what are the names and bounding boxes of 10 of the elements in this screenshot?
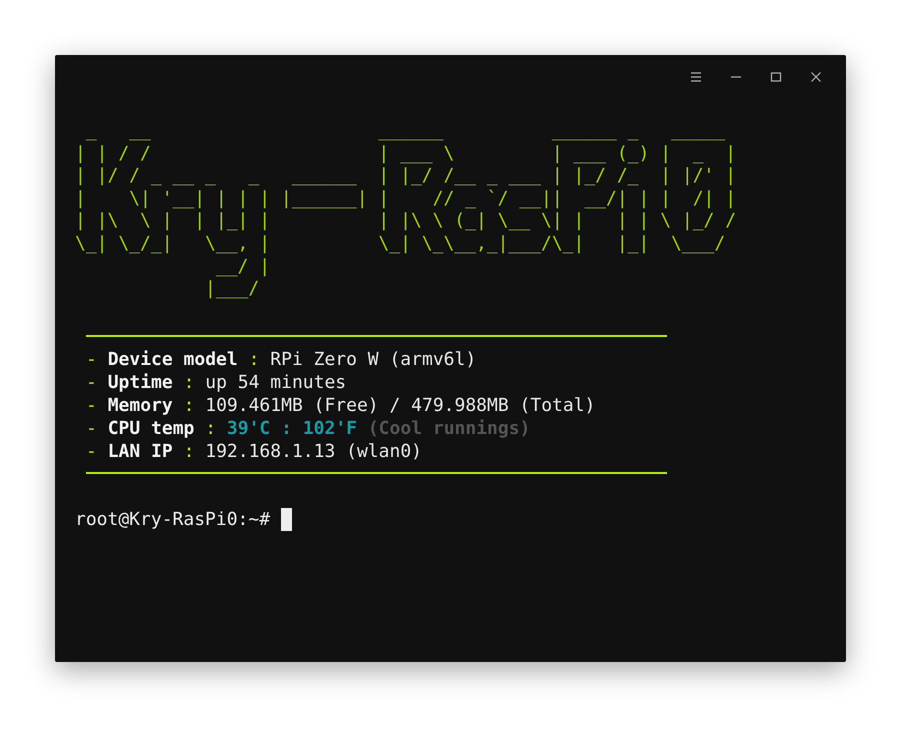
info-line: - Device model : RPi Zero W (armv6l) [86,348,478,371]
menu-icon[interactable] [690,71,702,83]
shell-prompt: root@Kry-RasPi0:~# [75,508,270,531]
maximize-icon[interactable] [770,71,782,83]
info-line: - Uptime : up 54 minutes [86,370,348,394]
info-line: - Memory : 109.461MB (Free) / 479.988MB (Total) [86,394,596,417]
ascii-art-title: _ __ ______ ______ _ _____ | | / / | ___ \ | ___ (_) | _ | | |/ / _ __ _ _ ______ | |_/ /__ _ ___ | |_/ /_ | |/' | | \| '__| | | | |______| | // _ `/ __|| __/| | | /| | | |\ \ | | |_| | | |\ \ (_| \__ \| | | | \ |_/ / \_| \_/_| \__, | \_| \_\__,_|___/\_| |_| \___/ __/ | |___/ [75,120,736,301]
info-line: - CPU temp : 39'C : 102'F (Cool runnings) [86,416,532,440]
info-line: - LAN IP : 192.168.1.13 (wlan0) [86,440,423,463]
close-icon[interactable] [810,71,822,83]
